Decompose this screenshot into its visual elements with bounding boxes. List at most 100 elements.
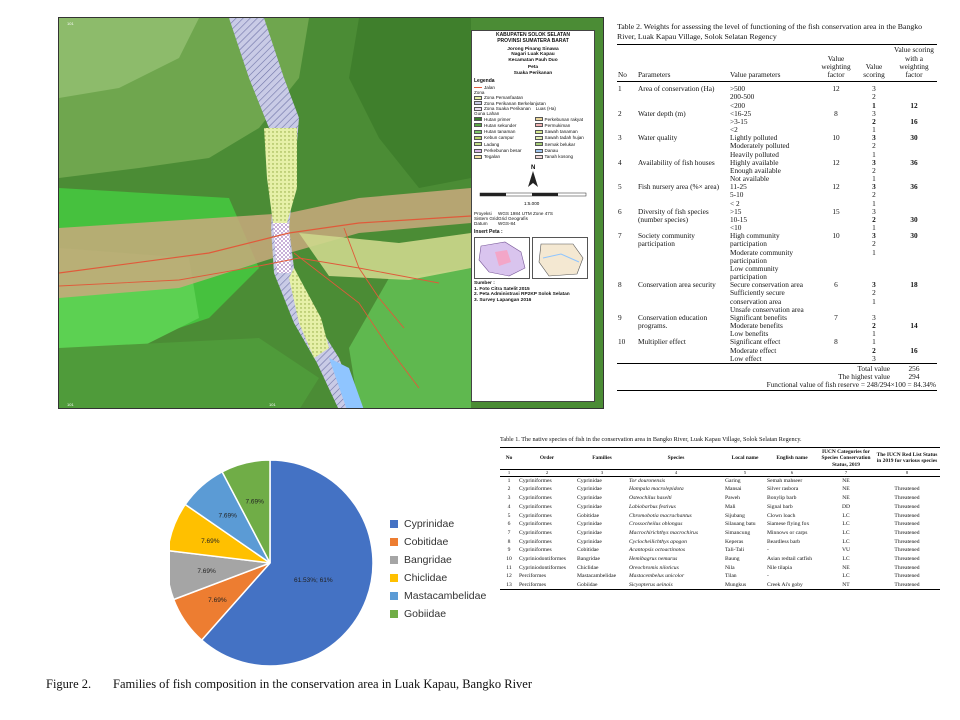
inset-regency-shape (538, 244, 584, 277)
map-regency-title: KABUPATEN SOLOK SELATAN PROVINSI SUMATER… (474, 32, 592, 45)
cell-family: Mastacambelidae (577, 573, 617, 580)
cell-weighted-score: 30 (891, 232, 937, 281)
cell-local-name: Keperas (725, 538, 744, 545)
column-number: 3 (576, 469, 628, 478)
value-parameter: >3-15 (730, 116, 748, 126)
map-location-line: Kecamatan Pauh Duo (508, 57, 558, 63)
cell-iucn-category: NE (842, 495, 850, 502)
pie-legend-item: Mastacambelidae (390, 587, 486, 605)
cell-weighted-score: 30 (891, 134, 937, 159)
cell-parameter: Area of conservation (Ha) (638, 84, 715, 94)
cell-red-list-status: Threatened (894, 538, 920, 545)
native-species-table-body: 1 Cypriniformes Cyprinidae Tor douronensis G… (500, 477, 940, 591)
weights-table-footer: Total value 256 The highest value 294 Fu… (617, 363, 937, 391)
legend-swatch (390, 556, 398, 564)
table-header-row: No Parameters Value parameters Value wei… (617, 44, 937, 83)
cell-iucn-category: LC (842, 521, 850, 528)
pie-data-label: 7.69% (208, 597, 227, 604)
cell-parameter: Society community participation (638, 231, 695, 249)
cell-value-parameters: Highly available Enough available Not avai… (729, 158, 815, 184)
weights-table: No Parameters Value parameters Value wei… (617, 44, 937, 391)
cell-iucn-category: LC (842, 538, 850, 545)
value-parameter: Moderate community participation (730, 247, 794, 265)
species-row: 5 Cypriniformes Gobitidae Chromobotia macra… (500, 512, 940, 521)
species-row: 4 Cypriniformes Cyprinidae Labiobarbus fest… (500, 503, 940, 512)
cell-local-name: Sijubang (725, 512, 745, 519)
column-number: 6 (766, 469, 818, 478)
functional-value-row: Functional value of fish reserve = 248/2… (617, 381, 937, 391)
value-parameter: Low effect (730, 353, 762, 363)
cell-english-name: Siamese flying fox (767, 521, 810, 528)
cell-weight: 12 (832, 157, 840, 167)
table-2-weights: Table 2. Weights for assessing the level… (617, 22, 937, 391)
legend-label: Cobitidae (404, 536, 449, 548)
cell-weighted-score: 12 (891, 82, 937, 110)
legend-cover-item: Perkebunan rakyat (534, 117, 593, 122)
species-row: 1 Cypriniformes Cyprinidae Tor douronensis G… (500, 477, 940, 486)
cover-swatch (534, 148, 543, 153)
cell-species: Sicyopterus aeinois (628, 581, 724, 591)
cell-scores: 321 (857, 313, 891, 339)
cell-order: Cypriniodontiformes (519, 555, 566, 562)
species-row: 9 Cypriniformes Cobitidae Acantopsis octoac… (500, 546, 940, 555)
col-header-parameters: Parameters (637, 44, 729, 83)
col-header-no: No (500, 447, 518, 470)
col-header-iucn-category: IUCN Categories for Species Conservation… (818, 447, 874, 470)
north-label: N (531, 165, 535, 171)
map-title-line: PROVINSI SUMATERA BARAT (497, 37, 569, 44)
cell-order: Cypriniformes (519, 538, 552, 545)
col-header-weighting-factor: Value weighting factor (815, 44, 857, 83)
legend-swatch (390, 520, 398, 528)
column-number: 4 (628, 469, 724, 478)
cell-no: 8 (618, 280, 622, 290)
legend-cover-label: Permukiman (544, 122, 571, 128)
cell-family: Cyprinidae (577, 538, 602, 545)
weights-table-row: 2 Water depth (m) <16-25 >3-15 <2 8 3 2 1 16 (617, 108, 937, 135)
cell-parameter: Conservation area security (638, 280, 716, 290)
score-value: 1 (872, 296, 876, 306)
cell-scores: 321 (857, 109, 891, 135)
cell-red-list-status: Threatened (894, 503, 920, 510)
cell-parameter: Diversity of fish species (number specie… (638, 206, 709, 224)
cell-no: 9 (507, 547, 511, 554)
map-legend-panel: KABUPATEN SOLOK SELATAN PROVINSI SUMATER… (471, 30, 595, 402)
cell-red-list-status: Threatened (894, 564, 920, 571)
cell-local-name: Mansai (725, 486, 742, 493)
cell-parameter: Fish nursery area (%× area) (638, 182, 720, 192)
weighted-score-slot (892, 249, 936, 257)
weights-table-row: 3 Water quality Lightly polluted Moderately… (617, 134, 937, 159)
cell-parameter: Availability of fish houses (638, 157, 715, 167)
inset-maps (474, 237, 592, 280)
legend-cover-label: Ladang (484, 141, 500, 147)
cell-no: 1 (618, 84, 622, 94)
legend-cover-label: Sawah tanaman (544, 129, 578, 135)
cell-no: 10 (506, 555, 512, 562)
cell-no: 4 (507, 503, 511, 510)
value-parameter: High community participation (730, 231, 780, 249)
cell-order: Perciformes (519, 573, 547, 580)
cell-order: Cypriniformes (519, 486, 552, 493)
cell-no: 7 (618, 231, 622, 241)
cell-red-list-status: Threatened (894, 547, 920, 554)
cell-weight: 8 (834, 108, 838, 118)
cell-species: Macrochirichthys macrochirus (629, 529, 699, 536)
cell-weight: 12 (832, 182, 840, 192)
cell-iucn-category: LC (842, 555, 850, 562)
cell-local-name: Baung (725, 555, 740, 562)
functional-value-label: Functional value of fish reserve = 248/2… (617, 381, 937, 391)
legend-land-cover: Hutan primer Perkebunan rakyat Hutan sekun… (474, 117, 592, 160)
cell-english-name: - (767, 547, 769, 554)
legend-cover-label: Semak belukar (544, 141, 576, 147)
cell-english-name: Silver rasbora (767, 486, 799, 493)
pie-data-label: 7.69% (218, 513, 237, 520)
cell-parameter: Multiplier effect (638, 337, 686, 347)
table-2-caption: Table 2. Weights for assessing the level… (617, 22, 923, 41)
value-parameter: 10-15 (730, 214, 748, 224)
pie-legend-item: Chiclidae (390, 569, 486, 587)
col-header-weighted-score: Value scoring with a weighting factor (891, 44, 937, 83)
cell-no: 10 (618, 337, 626, 347)
cell-family: Cyprinidae (577, 521, 602, 528)
cell-family: Gobiidae (576, 581, 628, 591)
cell-scores: 321 (857, 134, 891, 159)
cell-local-name: Tilan (725, 573, 737, 580)
